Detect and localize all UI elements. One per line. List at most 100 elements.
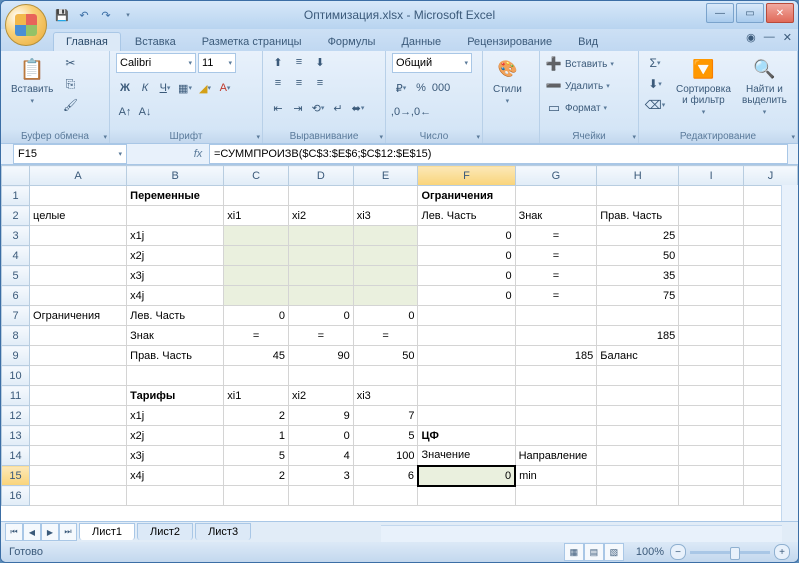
row-header[interactable]: 8	[2, 326, 30, 346]
cell[interactable]: 25	[597, 226, 679, 246]
italic-button[interactable]: К	[136, 79, 154, 97]
align-top-icon[interactable]: ⬆	[269, 53, 287, 71]
ribbon-tab[interactable]: Данные	[389, 33, 453, 51]
cell[interactable]	[679, 346, 744, 366]
cell[interactable]	[679, 406, 744, 426]
copy-icon[interactable]: ⎘	[60, 74, 80, 94]
cell[interactable]	[515, 386, 597, 406]
cell[interactable]	[127, 206, 224, 226]
cell[interactable]: 3	[289, 466, 354, 486]
decrease-indent-icon[interactable]: ⇤	[269, 99, 287, 117]
cell[interactable]: =	[353, 326, 418, 346]
cell[interactable]: xi2	[289, 206, 354, 226]
cell[interactable]	[127, 486, 224, 506]
cell[interactable]	[353, 266, 418, 286]
cell[interactable]	[418, 326, 515, 346]
cell[interactable]: 185	[515, 346, 597, 366]
cell[interactable]: =	[224, 326, 289, 346]
cell[interactable]	[597, 406, 679, 426]
cell[interactable]	[679, 466, 744, 486]
cell[interactable]	[679, 186, 744, 206]
cell[interactable]: Значение	[418, 446, 515, 466]
cell[interactable]	[679, 266, 744, 286]
increase-decimal-icon[interactable]: ,0→	[392, 103, 410, 121]
cell[interactable]: =	[515, 226, 597, 246]
format-cells-button[interactable]: ▭Формат▾	[546, 97, 607, 119]
cell[interactable]: Знак	[127, 326, 224, 346]
cell[interactable]: 35	[597, 266, 679, 286]
name-box[interactable]: F15▾	[13, 144, 127, 164]
cell[interactable]: xi3	[353, 206, 418, 226]
cell[interactable]	[224, 246, 289, 266]
qat-save-icon[interactable]: 💾	[53, 6, 71, 24]
cell[interactable]: x1j	[127, 226, 224, 246]
close-button[interactable]: ✕	[766, 3, 794, 23]
cell[interactable]: x2j	[127, 246, 224, 266]
qat-undo-icon[interactable]: ↶	[75, 6, 93, 24]
decrease-decimal-icon[interactable]: ,0←	[412, 103, 430, 121]
row-header[interactable]: 3	[2, 226, 30, 246]
cell[interactable]	[30, 346, 127, 366]
last-sheet-icon[interactable]: ⏭	[59, 523, 77, 541]
percent-icon[interactable]: %	[412, 79, 430, 97]
underline-button[interactable]: Ч▾	[156, 79, 174, 97]
cell[interactable]	[597, 386, 679, 406]
cell[interactable]	[289, 486, 354, 506]
currency-icon[interactable]: ₽▾	[392, 79, 410, 97]
fx-icon[interactable]: fx	[187, 148, 209, 160]
ribbon-tab[interactable]: Вид	[566, 33, 610, 51]
qat-dropdown-icon[interactable]: ▾	[119, 6, 137, 24]
font-color-button[interactable]: A▾	[216, 79, 234, 97]
cell[interactable]	[353, 486, 418, 506]
comma-icon[interactable]: 000	[432, 79, 450, 97]
cell[interactable]	[515, 486, 597, 506]
cell[interactable]: x4j	[127, 286, 224, 306]
row-header[interactable]: 10	[2, 366, 30, 386]
cell[interactable]: 9	[289, 406, 354, 426]
cell[interactable]	[289, 366, 354, 386]
cell[interactable]	[418, 306, 515, 326]
zoom-level[interactable]: 100%	[636, 546, 664, 558]
cell[interactable]	[418, 366, 515, 386]
cell[interactable]: 0	[418, 266, 515, 286]
cell[interactable]	[289, 286, 354, 306]
cell[interactable]: min	[515, 466, 597, 486]
cell[interactable]	[597, 426, 679, 446]
cell[interactable]	[418, 486, 515, 506]
cell[interactable]	[224, 186, 289, 206]
cell[interactable]	[30, 226, 127, 246]
column-header[interactable]: D	[289, 166, 354, 186]
row-header[interactable]: 13	[2, 426, 30, 446]
cell[interactable]: 2	[224, 466, 289, 486]
paste-button[interactable]: 📋 Вставить ▾	[7, 53, 57, 108]
cell[interactable]	[597, 486, 679, 506]
format-painter-icon[interactable]: 🖌	[60, 95, 80, 115]
cell[interactable]: 1	[224, 426, 289, 446]
cell[interactable]: =	[289, 326, 354, 346]
cell[interactable]	[597, 186, 679, 206]
row-header[interactable]: 12	[2, 406, 30, 426]
column-header[interactable]: C	[224, 166, 289, 186]
cell[interactable]	[30, 386, 127, 406]
column-header[interactable]: E	[353, 166, 418, 186]
ribbon-minimize-icon[interactable]: —	[764, 31, 775, 44]
cell[interactable]: 5	[353, 426, 418, 446]
cell[interactable]	[679, 326, 744, 346]
cell[interactable]: Лев. Часть	[127, 306, 224, 326]
cell[interactable]: 90	[289, 346, 354, 366]
cell[interactable]	[224, 266, 289, 286]
column-header[interactable]: J	[744, 166, 798, 186]
cell[interactable]	[127, 366, 224, 386]
cell[interactable]: 0	[353, 306, 418, 326]
cell[interactable]: 2	[224, 406, 289, 426]
cell[interactable]	[679, 446, 744, 466]
cell[interactable]	[515, 406, 597, 426]
cell[interactable]	[353, 226, 418, 246]
cell[interactable]: =	[515, 246, 597, 266]
cell[interactable]: Прав. Часть	[127, 346, 224, 366]
column-header[interactable]: I	[679, 166, 744, 186]
cell[interactable]	[30, 486, 127, 506]
formula-input[interactable]: =СУММПРОИЗВ($C$3:$E$6;$C$12:$E$15)	[209, 144, 788, 164]
cell[interactable]	[597, 306, 679, 326]
ribbon-tab[interactable]: Разметка страницы	[190, 33, 314, 51]
